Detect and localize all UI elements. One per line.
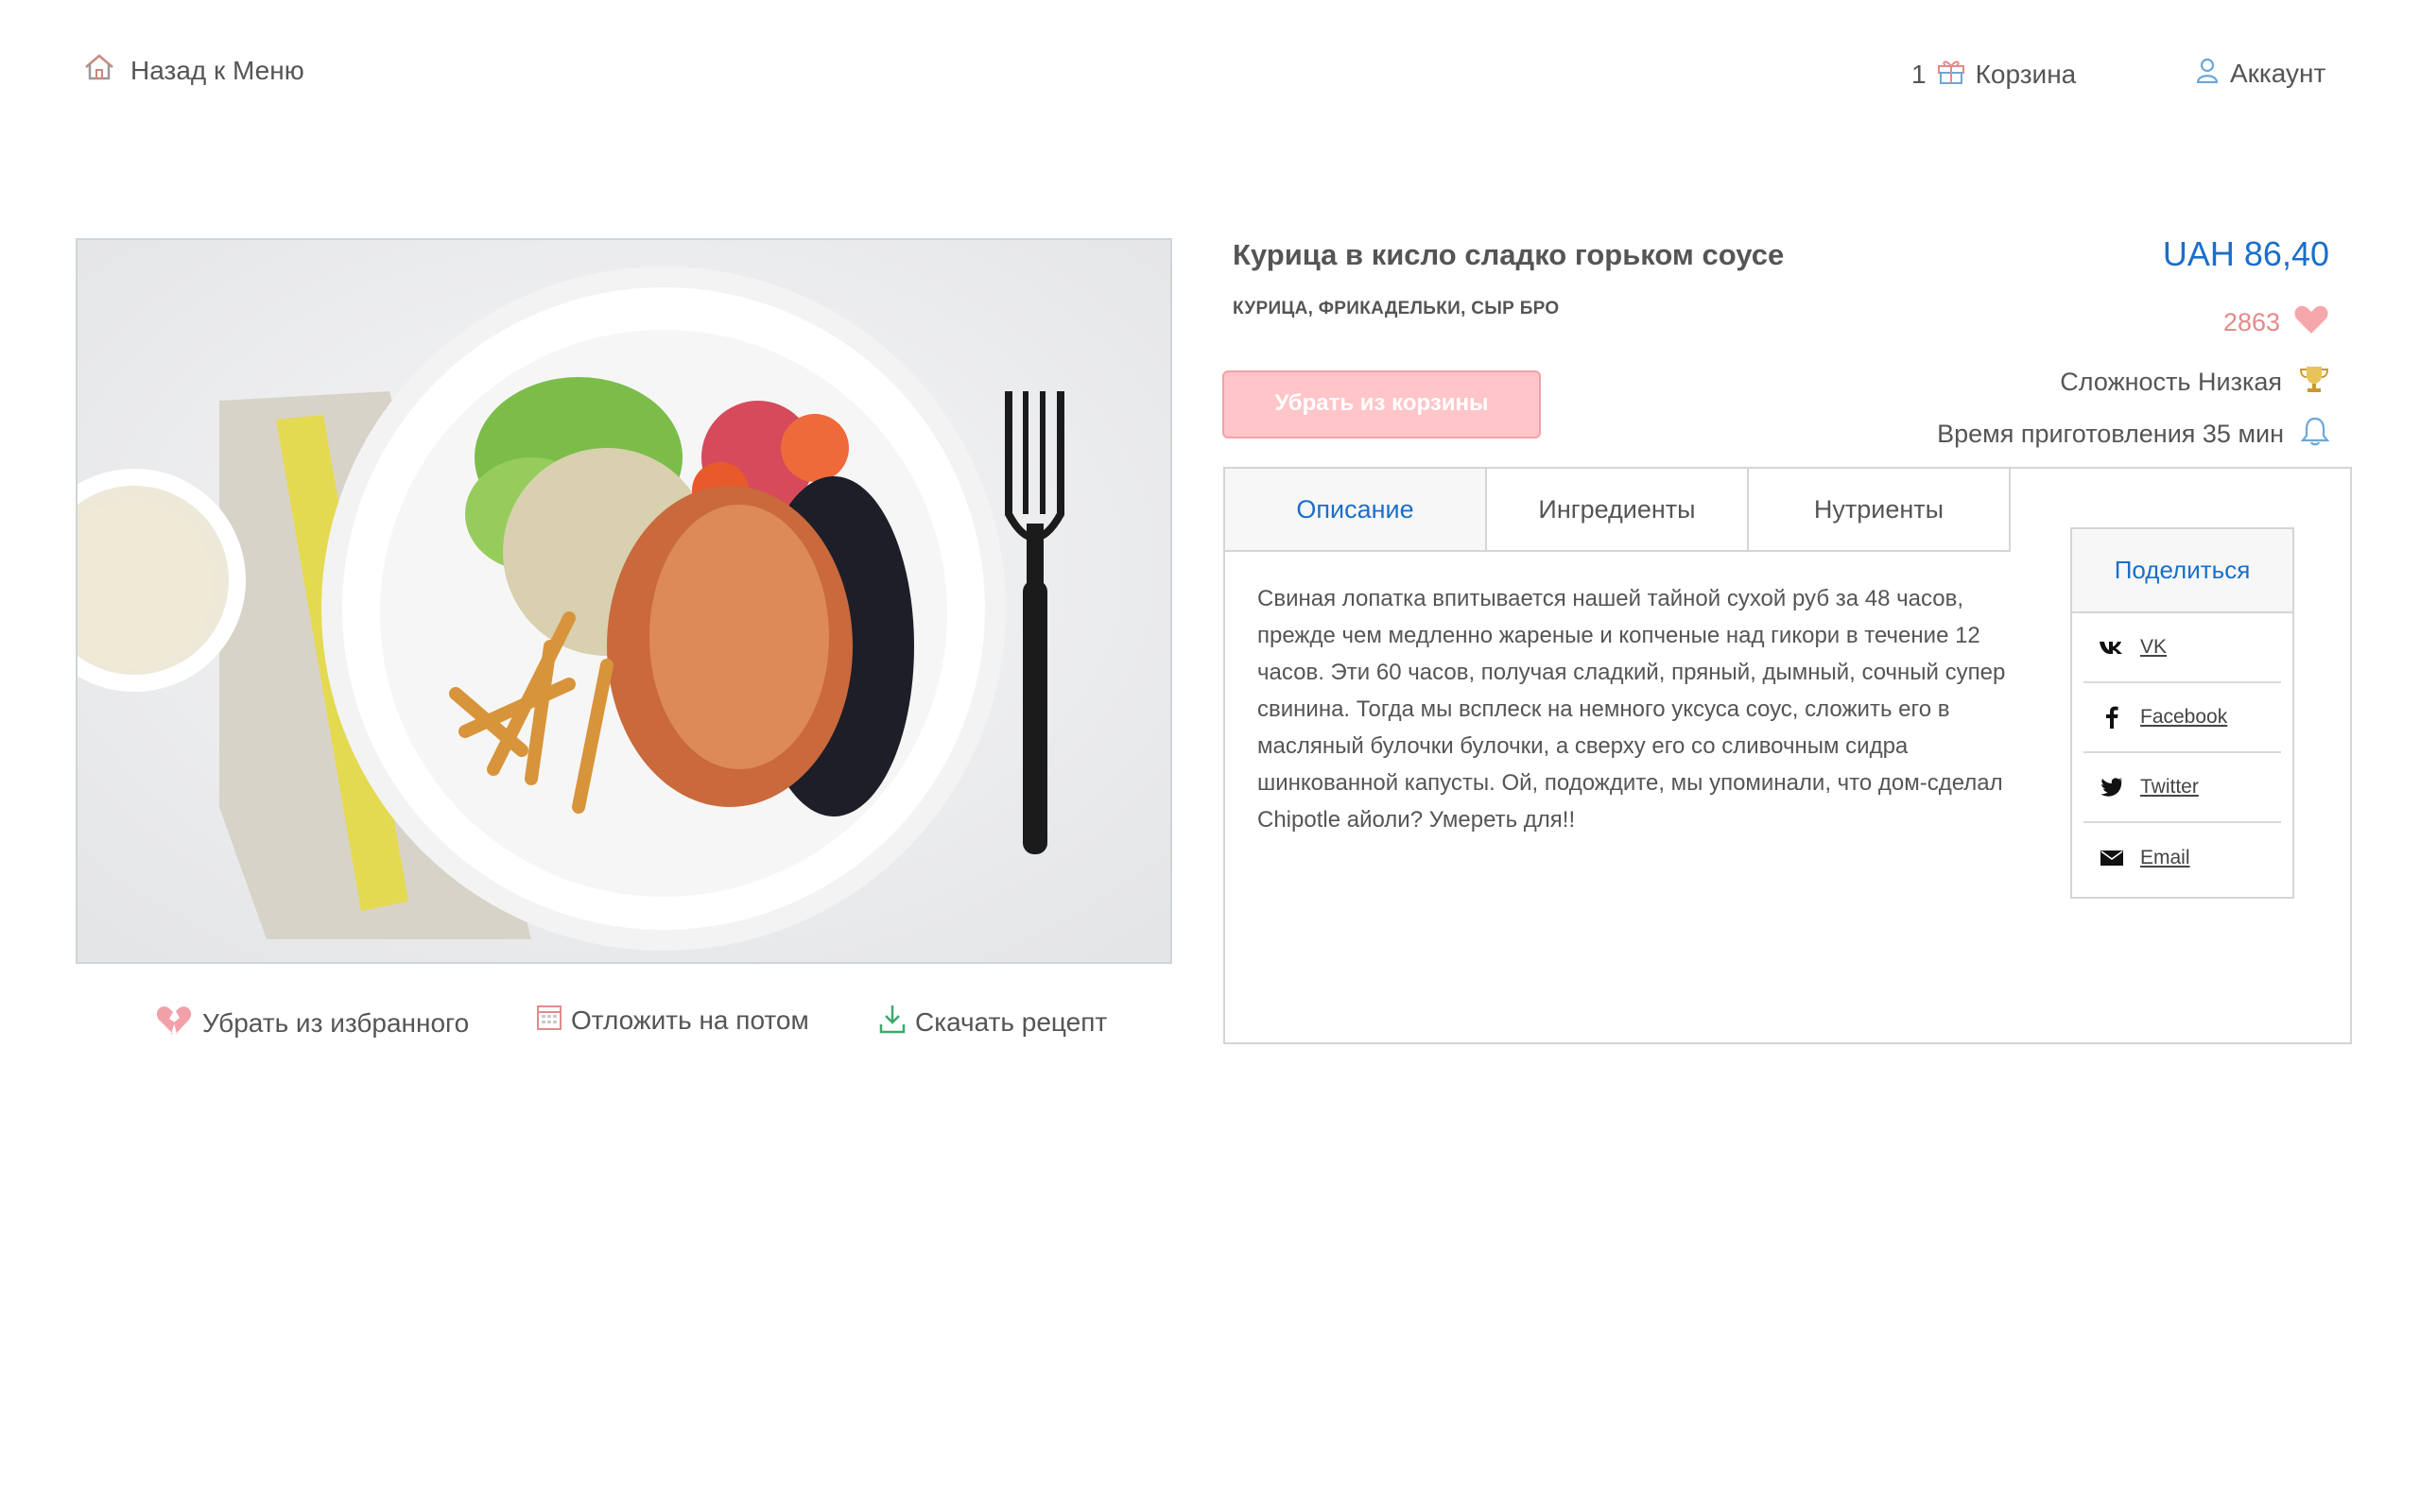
- back-to-menu-link[interactable]: Назад к Меню: [83, 53, 304, 88]
- heart-icon: [2293, 304, 2329, 341]
- details-tabs: Описание Ингредиенты Нутриенты: [1225, 469, 2011, 552]
- trophy-icon: [2299, 365, 2329, 400]
- account-link[interactable]: Аккаунт: [2196, 57, 2325, 90]
- dish-title: Курица в кисло сладко горьком соусе: [1233, 238, 1785, 271]
- likes-count: 2863: [2222, 308, 2280, 336]
- home-icon: [83, 53, 115, 88]
- remove-favorite-label: Убрать из избранного: [202, 1007, 470, 1038]
- download-recipe-button[interactable]: Скачать рецепт: [879, 1004, 1107, 1040]
- user-icon: [2196, 57, 2219, 90]
- cart-link[interactable]: 1 Корзина: [1911, 57, 2076, 92]
- share-vk-link[interactable]: VK: [2083, 613, 2281, 683]
- difficulty-label: Сложность Низкая: [2060, 368, 2282, 396]
- save-for-later-label: Отложить на потом: [571, 1005, 809, 1035]
- cook-time-label: Время приготовления 35 мин: [1937, 420, 2284, 448]
- download-icon: [879, 1004, 906, 1040]
- difficulty-info: Сложность Низкая: [2060, 365, 2329, 400]
- calendar-icon: [537, 1004, 562, 1037]
- share-email-label: Email: [2140, 847, 2190, 868]
- dish-description: Свиная лопатка впитывается нашей тайной …: [1257, 586, 2006, 833]
- back-to-menu-label: Назад к Меню: [130, 55, 304, 85]
- remove-from-cart-button[interactable]: Убрать из корзины: [1222, 370, 1541, 438]
- vk-icon: [2083, 640, 2140, 655]
- remove-favorite-button[interactable]: Убрать из избранного: [155, 1004, 469, 1042]
- tab-ingredients[interactable]: Ингредиенты: [1487, 469, 1749, 552]
- likes-counter[interactable]: 2863: [2223, 304, 2329, 341]
- cook-time-info: Время приготовления 35 мин: [1937, 416, 2330, 453]
- share-vk-label: VK: [2140, 636, 2168, 658]
- share-twitter-label: Twitter: [2140, 776, 2199, 798]
- share-facebook-link[interactable]: Facebook: [2083, 683, 2281, 753]
- tab-nutrients[interactable]: Нутриенты: [1749, 469, 2011, 552]
- gift-icon: [1936, 57, 1966, 92]
- dish-tags: КУРИЦА, ФРИКАДЕЛЬКИ, СЫР БРО: [1233, 299, 1560, 318]
- tab-description[interactable]: Описание: [1225, 469, 1487, 552]
- share-email-link[interactable]: Email: [2083, 823, 2281, 893]
- dish-photo: [76, 238, 1172, 964]
- cart-label: Корзина: [1975, 59, 2077, 89]
- download-recipe-label: Скачать рецепт: [915, 1006, 1108, 1037]
- account-label: Аккаунт: [2230, 58, 2326, 88]
- share-box: Поделиться VK Facebook Twitter Email: [2070, 527, 2294, 899]
- facebook-icon: [2083, 706, 2140, 729]
- bell-icon: [2300, 416, 2330, 453]
- share-facebook-label: Facebook: [2140, 706, 2228, 728]
- broken-heart-icon: [155, 1004, 193, 1042]
- email-icon: [2083, 850, 2140, 866]
- share-twitter-link[interactable]: Twitter: [2083, 753, 2281, 823]
- cart-count: 1: [1911, 59, 1927, 89]
- share-title[interactable]: Поделиться: [2072, 529, 2292, 613]
- details-panel: Описание Ингредиенты Нутриенты Свиная ло…: [1223, 467, 2352, 1044]
- dish-price: UAH 86,40: [2162, 234, 2329, 273]
- save-for-later-button[interactable]: Отложить на потом: [537, 1004, 809, 1037]
- twitter-icon: [2083, 778, 2140, 797]
